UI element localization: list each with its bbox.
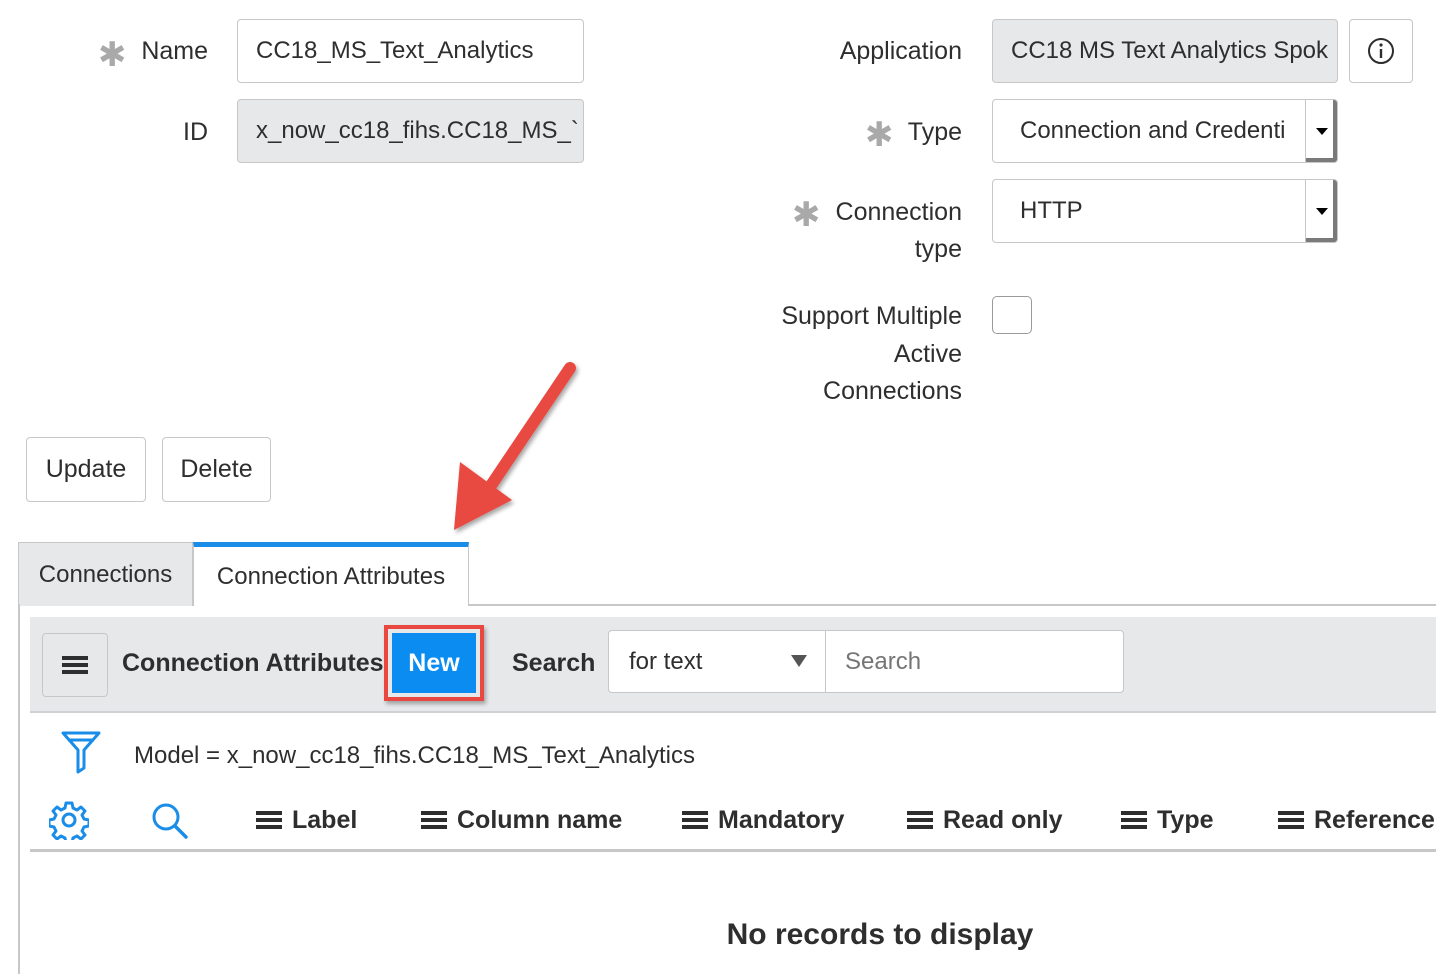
application-field: CC18 MS Text Analytics Spok [992,19,1338,83]
search-icon[interactable] [150,801,190,841]
column-menu-icon [682,810,708,830]
column-header-column-name-text: Column name [457,805,623,834]
support-multiple-checkbox[interactable] [992,296,1032,334]
connection-type-label-line2: type [914,235,962,263]
column-menu-icon [256,810,282,830]
column-menu-icon [421,810,447,830]
connection-type-label-line1: Connection [835,198,962,226]
related-list-tabs: Connections Connection Attributes [18,542,1436,606]
name-field[interactable]: CC18_MS_Text_Analytics [237,19,584,83]
chevron-down-icon [1305,180,1337,242]
hamburger-icon [62,655,88,675]
column-header-label-text: Label [292,805,358,834]
list-menu-button[interactable] [42,633,108,697]
id-field: x_now_cc18_fihs.CC18_MS_` [237,99,584,163]
column-header-mandatory[interactable]: Mandatory [682,800,844,840]
tab-connections[interactable]: Connections [18,542,193,606]
gear-icon[interactable] [49,800,89,840]
column-header-mandatory-text: Mandatory [718,805,845,834]
caret-down-icon [791,655,807,667]
connection-type-select[interactable]: HTTP [992,179,1338,243]
search-input[interactable] [825,630,1124,693]
column-header-read-only-text: Read only [943,805,1063,834]
column-header-reference-text: Reference [1314,805,1435,834]
search-field-select-value: for text [629,647,703,675]
tab-connection-attributes-label: Connection Attributes [216,562,446,590]
application-info-button[interactable] [1349,19,1413,83]
update-button[interactable]: Update [26,437,146,502]
new-button[interactable]: New [392,633,476,693]
column-header-type[interactable]: Type [1121,800,1214,840]
support-multiple-label-line1: Support Multiple [781,302,962,330]
id-label: ID [183,118,208,146]
filter-icon[interactable] [60,730,102,774]
column-header-reference[interactable]: Reference [1278,800,1435,840]
application-label: Application [839,37,962,65]
list-toolbar: Connection Attributes New Search for tex… [30,617,1436,713]
list-title: Connection Attributes [122,649,384,677]
support-multiple-label-line2: Active [893,340,962,368]
support-multiple-label-line3: Connections [823,377,962,405]
new-button-label: New [408,648,460,677]
column-header-label[interactable]: Label [256,800,357,840]
connection-type-select-value: HTTP [1020,197,1083,224]
column-menu-icon [1121,810,1147,830]
application-field-value: CC18 MS Text Analytics Spok [1011,37,1329,64]
type-select[interactable]: Connection and Credenti [992,99,1338,163]
required-star-icon: ✱ [792,196,821,234]
name-field-value: CC18_MS_Text_Analytics [256,37,534,64]
tabs-divider [469,604,1436,606]
column-header-column-name[interactable]: Column name [421,800,622,840]
name-label: Name [141,37,208,65]
column-header-read-only[interactable]: Read only [907,800,1062,840]
column-header-type-text: Type [1157,805,1214,834]
search-field-select[interactable]: for text [608,630,826,693]
type-select-value: Connection and Credenti [1020,117,1286,144]
chevron-down-icon [1305,100,1337,162]
info-icon [1368,38,1394,64]
id-field-value: x_now_cc18_fihs.CC18_MS_` [256,117,579,144]
column-menu-icon [1278,810,1304,830]
list-left-border [18,604,20,974]
tab-connections-label: Connections [38,560,173,588]
annotation-arrow-icon [454,362,576,530]
empty-message: No records to display [726,918,1034,951]
search-label: Search [512,649,596,677]
type-label: Type [907,118,962,146]
delete-button[interactable]: Delete [162,437,271,502]
filter-breadcrumb[interactable]: Model = x_now_cc18_fihs.CC18_MS_Text_Ana… [134,742,695,770]
tab-connection-attributes[interactable]: Connection Attributes [193,542,469,606]
column-menu-icon [907,810,933,830]
column-header-divider [30,849,1436,852]
